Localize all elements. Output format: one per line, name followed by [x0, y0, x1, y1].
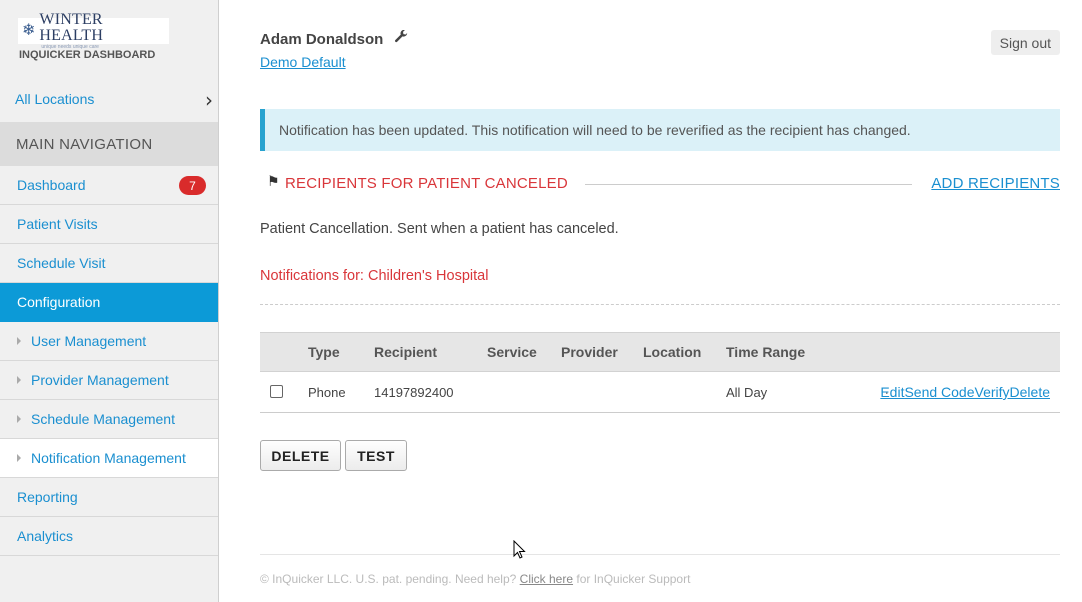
caret-right-icon	[17, 454, 21, 462]
sidebar-item-patient-visits[interactable]: Patient Visits	[0, 205, 218, 244]
sidebar-item-label: Patient Visits	[17, 216, 98, 232]
sidebar-item-user-management[interactable]: User Management	[0, 322, 218, 361]
alert-message: Notification has been updated. This noti…	[279, 122, 911, 138]
sidebar: ❄ WINTER HEALTH unique needs unique care…	[0, 0, 219, 602]
recipients-section-header: ⚑ RECIPIENTS FOR PATIENT CANCELED ADD RE…	[260, 174, 1060, 194]
caret-right-icon	[17, 415, 21, 423]
mouse-cursor-icon	[513, 540, 526, 559]
sidebar-item-label: Schedule Visit	[17, 255, 106, 271]
dashboard-label: INQUICKER DASHBOARD	[19, 49, 156, 61]
cell-recipient: 14197892400	[374, 384, 454, 400]
column-header-service: Service	[487, 344, 537, 360]
send-code-link[interactable]: Send Code	[904, 384, 974, 400]
section-divider	[585, 184, 912, 185]
brand-logo[interactable]: ❄ WINTER HEALTH unique needs unique care	[18, 12, 169, 50]
sidebar-item-label: Analytics	[17, 528, 74, 544]
sidebar-item-label: User Management	[31, 333, 147, 349]
support-link[interactable]: Click here	[520, 572, 573, 586]
caret-right-icon	[17, 337, 21, 345]
update-alert: Notification has been updated. This noti…	[260, 109, 1060, 151]
sidebar-item-label: Schedule Management	[31, 411, 175, 427]
sidebar-item-label: Reporting	[17, 489, 78, 505]
all-locations-label: All Locations	[15, 91, 95, 107]
notification-count-badge: 7	[179, 176, 206, 195]
sidebar-item-label: Notification Management	[31, 450, 186, 466]
sidebar-item-schedule-management[interactable]: Schedule Management	[0, 400, 218, 439]
sidebar-item-schedule-visit[interactable]: Schedule Visit	[0, 244, 218, 283]
sign-out-button[interactable]: Sign out	[990, 30, 1060, 55]
wrench-icon[interactable]	[394, 29, 408, 48]
footer: © InQuicker LLC. U.S. pat. pending. Need…	[260, 572, 690, 586]
table-row: Phone 14197892400 All Day Edit · Send Co…	[260, 372, 1060, 413]
sidebar-item-dashboard[interactable]: Dashboard 7	[0, 166, 218, 205]
sidebar-item-notification-management[interactable]: Notification Management	[0, 439, 218, 478]
sidebar-item-provider-management[interactable]: Provider Management	[0, 361, 218, 400]
section-title: RECIPIENTS FOR PATIENT CANCELED	[285, 175, 568, 192]
row-actions: Edit · Send Code · Verify · Delete	[880, 384, 1050, 400]
caret-right-icon	[17, 376, 21, 384]
cell-time-range: All Day	[726, 384, 768, 400]
column-header-provider: Provider	[561, 344, 618, 360]
column-header-recipient: Recipient	[374, 344, 438, 360]
recipients-table: Type Recipient Service Provider Location…	[260, 332, 1060, 413]
add-recipients-link[interactable]: ADD RECIPIENTS	[931, 175, 1060, 192]
table-header: Type Recipient Service Provider Location…	[260, 332, 1060, 372]
delete-button[interactable]: DELETE	[260, 440, 341, 471]
verify-link[interactable]: Verify	[975, 384, 1010, 400]
main-navigation-heading: MAIN NAVIGATION	[0, 122, 218, 166]
flag-icon: ⚑	[267, 174, 280, 190]
row-checkbox[interactable]	[270, 385, 283, 398]
column-header-type: Type	[308, 344, 340, 360]
sidebar-item-configuration[interactable]: Configuration	[0, 283, 218, 322]
sidebar-item-analytics[interactable]: Analytics	[0, 517, 218, 556]
snowflake-icon: ❄	[22, 22, 36, 39]
column-header-location: Location	[643, 344, 702, 360]
sidebar-item-reporting[interactable]: Reporting	[0, 478, 218, 517]
delete-link[interactable]: Delete	[1010, 384, 1050, 400]
organization-link[interactable]: Demo Default	[260, 54, 346, 70]
main-navigation: Dashboard 7 Patient Visits Schedule Visi…	[0, 166, 218, 556]
dashed-divider	[260, 304, 1060, 305]
column-header-time-range: Time Range	[726, 344, 806, 360]
sidebar-item-label: Dashboard	[17, 177, 86, 193]
all-locations-link[interactable]: All Locations ›	[0, 80, 218, 118]
chevron-right-icon: ›	[205, 88, 213, 112]
sidebar-item-label: Configuration	[17, 294, 101, 310]
footer-divider	[260, 554, 1060, 555]
notification-description: Patient Cancellation. Sent when a patien…	[260, 221, 619, 237]
main-content: Adam Donaldson Demo Default Sign out Not…	[260, 0, 1060, 602]
logo-name: WINTER HEALTH	[39, 11, 104, 44]
footer-text: © InQuicker LLC. U.S. pat. pending. Need…	[260, 572, 517, 586]
footer-text-suffix: for InQuicker Support	[576, 572, 691, 586]
user-name: Adam Donaldson	[260, 31, 384, 48]
test-button[interactable]: TEST	[345, 440, 407, 471]
sidebar-item-label: Provider Management	[31, 372, 169, 388]
cell-type: Phone	[308, 384, 346, 400]
notifications-for-label: Notifications for: Children's Hospital	[260, 268, 489, 284]
